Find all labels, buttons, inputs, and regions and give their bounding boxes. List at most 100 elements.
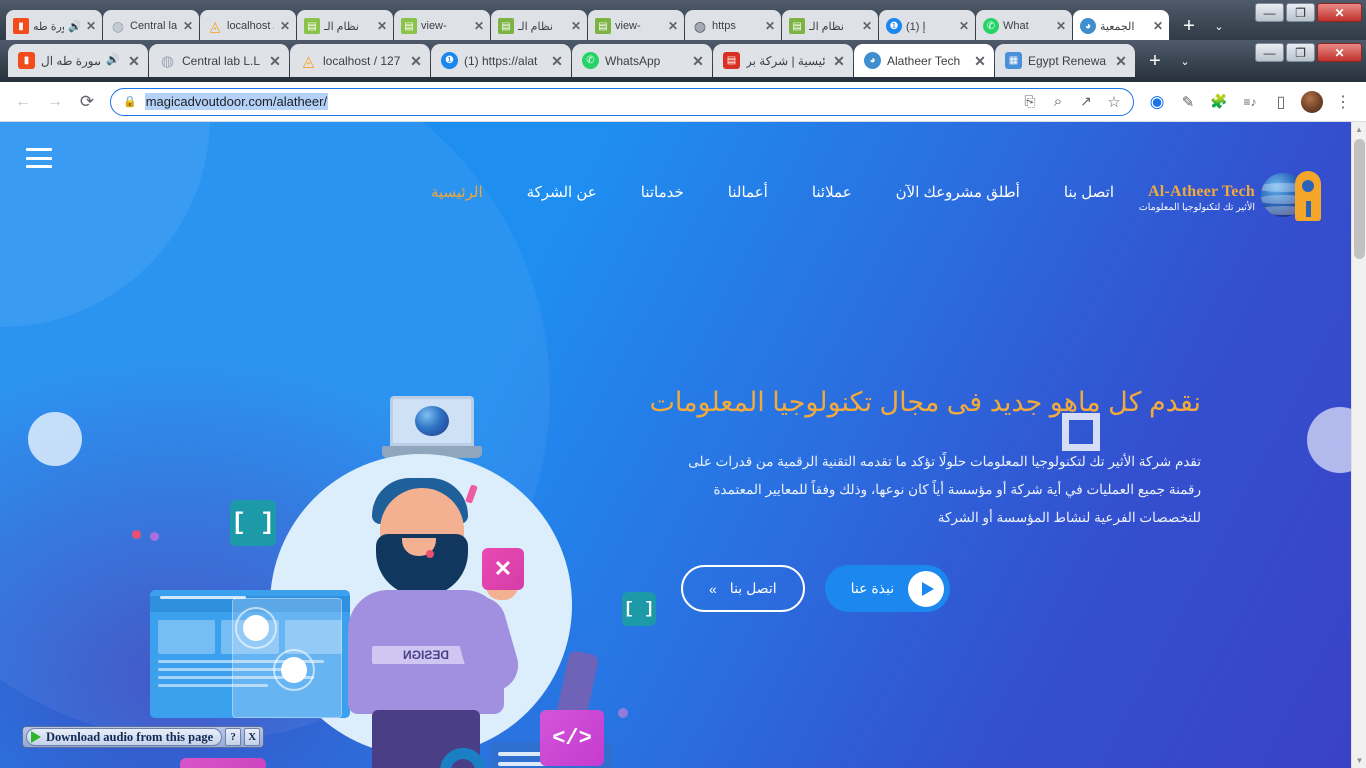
close-tab-icon[interactable]: ✕: [831, 54, 847, 68]
tab-search-icon[interactable]: ⌄: [1172, 48, 1198, 74]
tab-soundcloud[interactable]: ▮ سورة طه ال 🔊 ✕: [8, 44, 148, 77]
close-window-button[interactable]: ✕: [1317, 43, 1362, 62]
close-tab-icon[interactable]: ✕: [126, 54, 142, 68]
background-tab[interactable]: ✆ What ✕: [976, 10, 1072, 42]
about-us-button[interactable]: نبذة عنا: [824, 565, 951, 613]
scrollbar-thumb[interactable]: [1354, 139, 1365, 259]
decorative-circle-left: [28, 412, 82, 466]
background-tab[interactable]: ▤ نظام الـ ✕: [297, 10, 393, 42]
background-tab-active[interactable]: ◕ الجمعية ✕: [1073, 10, 1169, 42]
search-icon[interactable]: ⌕: [1045, 89, 1071, 115]
scroll-up-icon[interactable]: ▲: [1352, 122, 1366, 137]
close-tab-icon[interactable]: ✕: [666, 20, 680, 32]
mute-icon[interactable]: 🔊: [106, 55, 120, 66]
nav-item-start-project[interactable]: أطلق مشروعك الآن: [874, 177, 1042, 207]
nav-item-home[interactable]: الرئيسية: [409, 177, 505, 207]
contact-us-button[interactable]: اتصل بنا »: [681, 565, 805, 613]
tab-title: localhost / 127: [227, 20, 274, 32]
background-tab[interactable]: ◍ Central lab L.L ✕: [103, 10, 199, 42]
close-tab-icon[interactable]: ✕: [690, 54, 706, 68]
tab-localhost[interactable]: ◬ localhost / 127 ✕: [290, 44, 430, 77]
maximize-button[interactable]: ❐: [1286, 3, 1315, 22]
nav-item-clients[interactable]: عملائنا: [790, 177, 874, 207]
tab-whatsapp[interactable]: ✆ WhatsApp ✕: [572, 44, 712, 77]
opera-extension-icon[interactable]: ◉: [1142, 87, 1172, 117]
bookmark-star-icon[interactable]: ☆: [1101, 89, 1127, 115]
avatar[interactable]: [1297, 87, 1327, 117]
lock-icon[interactable]: 🔒: [123, 95, 137, 108]
new-tab-button[interactable]: +: [1176, 13, 1202, 39]
minimize-button[interactable]: —: [1255, 3, 1284, 22]
scroll-down-icon[interactable]: ▼: [1352, 753, 1366, 768]
download-audio-button[interactable]: Download audio from this page: [26, 728, 223, 746]
close-tab-icon[interactable]: ✕: [84, 20, 98, 32]
play-icon: [31, 731, 41, 743]
address-bar[interactable]: 🔒 magicadvoutdoor.com/alatheer/ ⎘ ⌕ ↗ ☆: [110, 87, 1134, 116]
decorative-dot: [132, 530, 141, 539]
maximize-button[interactable]: ❐: [1286, 43, 1315, 62]
mute-icon[interactable]: 🔊: [68, 20, 80, 33]
background-tab[interactable]: ▮ سورة طه 🔊 ✕: [6, 10, 102, 42]
background-tab[interactable]: ◍ https ✕: [685, 10, 781, 42]
close-tab-icon[interactable]: ✕: [860, 20, 874, 32]
tab-alat-notification[interactable]: ❶ (1) https://alat ✕: [431, 44, 571, 77]
minimize-button[interactable]: —: [1255, 43, 1284, 62]
extensions-puzzle-icon[interactable]: 🧩: [1204, 87, 1234, 117]
nav-item-services[interactable]: خدماتنا: [619, 177, 706, 207]
background-tab[interactable]: ❶ (1) إ ✕: [879, 10, 975, 42]
close-window-button[interactable]: ✕: [1317, 3, 1362, 22]
translate-icon[interactable]: ⎘: [1017, 89, 1043, 115]
tab-sharika[interactable]: ▤ الرئيسية | شركة بر ✕: [713, 44, 853, 77]
close-tab-icon[interactable]: ✕: [1054, 20, 1068, 32]
nav-item-about[interactable]: عن الشركة: [505, 177, 619, 207]
close-tab-icon[interactable]: ✕: [763, 20, 777, 32]
chrome-menu-icon[interactable]: ⋮: [1328, 87, 1358, 117]
page-scrollbar[interactable]: ▲ ▼: [1351, 122, 1366, 768]
close-tab-icon[interactable]: ✕: [375, 20, 389, 32]
share-icon[interactable]: ↗: [1073, 89, 1099, 115]
close-tab-icon[interactable]: ✕: [181, 20, 195, 32]
close-tab-icon[interactable]: ✕: [1113, 54, 1129, 68]
close-tab-icon[interactable]: ✕: [972, 54, 988, 68]
background-tab[interactable]: ◬ localhost / 127 ✕: [200, 10, 296, 42]
tab-title: view-: [615, 20, 641, 32]
background-window-controls: — ❐ ✕: [1255, 3, 1362, 22]
reading-list-icon[interactable]: ≡♪: [1235, 87, 1265, 117]
back-icon[interactable]: ←: [8, 87, 38, 117]
close-tab-icon[interactable]: ✕: [569, 20, 583, 32]
hamburger-icon[interactable]: [26, 148, 52, 168]
close-tab-icon[interactable]: ✕: [278, 20, 292, 32]
nav-item-contact[interactable]: اتصل بنا: [1042, 177, 1136, 207]
page-viewport: الرئيسية عن الشركة خدماتنا أعمالنا عملائ…: [0, 122, 1366, 768]
close-tab-icon[interactable]: ✕: [408, 54, 424, 68]
tab-egypt-renewable[interactable]: ▦ Egypt Renewa ✕: [995, 44, 1135, 77]
phpmyadmin-icon: ◬: [302, 52, 315, 70]
help-button[interactable]: ?: [225, 728, 242, 746]
tab-title: Alatheer Tech: [887, 53, 961, 68]
nav-item-works[interactable]: أعمالنا: [706, 177, 790, 207]
background-tab[interactable]: ▤ view- ✕: [394, 10, 490, 42]
close-tab-icon[interactable]: ✕: [1151, 20, 1165, 32]
close-icon[interactable]: X: [244, 728, 261, 746]
background-tab[interactable]: ▤ view- ✕: [588, 10, 684, 42]
reload-icon[interactable]: ⟳: [72, 87, 102, 117]
url-text[interactable]: magicadvoutdoor.com/alatheer/: [144, 93, 329, 110]
background-tab[interactable]: ▤ نظام الـ ✕: [782, 10, 878, 42]
tab-alatheer-tech[interactable]: ◕ Alatheer Tech ✕: [854, 44, 994, 77]
close-tab-icon[interactable]: ✕: [472, 20, 486, 32]
contact-us-label: اتصل بنا: [729, 580, 777, 597]
close-tab-icon[interactable]: ✕: [267, 54, 283, 68]
background-tab[interactable]: ▤ نظام الـ ✕: [491, 10, 587, 42]
close-tab-icon[interactable]: ✕: [549, 54, 565, 68]
tab-title: view-: [421, 20, 447, 32]
tab-search-icon[interactable]: ⌄: [1206, 13, 1232, 39]
tab-central-lab[interactable]: ◍ Central lab L.L ✕: [149, 44, 289, 77]
site-logo[interactable]: Al-Atheer Tech الأثير تك لتكنولوجيا المع…: [1139, 169, 1323, 227]
new-tab-button[interactable]: +: [1142, 48, 1168, 74]
eyedropper-extension-icon[interactable]: ✎: [1173, 87, 1203, 117]
tab-title: سورة طه ال: [41, 53, 101, 68]
forward-icon[interactable]: →: [40, 87, 70, 117]
side-panel-icon[interactable]: ▯: [1266, 87, 1296, 117]
toolbar-extensions: ◉ ✎ 🧩 ≡♪ ▯ ⋮: [1142, 87, 1358, 117]
close-tab-icon[interactable]: ✕: [957, 20, 971, 32]
